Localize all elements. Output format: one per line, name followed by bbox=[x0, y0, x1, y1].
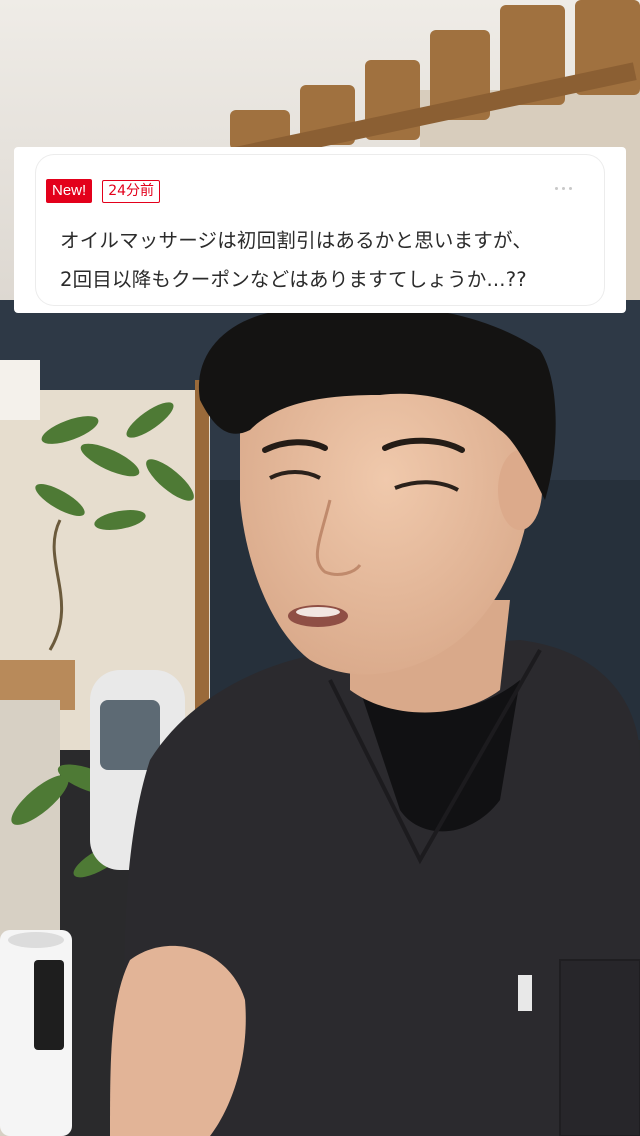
more-dot bbox=[555, 187, 558, 190]
person-arm bbox=[110, 945, 246, 1136]
more-horizontal-icon[interactable] bbox=[555, 187, 572, 190]
more-dot bbox=[569, 187, 572, 190]
time-badge: 24分前 bbox=[102, 179, 161, 203]
comment-badges: New! 24分前 bbox=[46, 178, 161, 204]
new-badge: New! bbox=[46, 179, 93, 203]
more-dot bbox=[562, 187, 565, 190]
comment-text-line-2: 2回目以降もクーポンなどはありますてしょうか...?? bbox=[60, 268, 527, 291]
video-frame: New! 24分前 オイルマッサージは初回割引はあるかと思いますが、 2回目以降… bbox=[0, 0, 640, 1136]
comment-text-line-1: オイルマッサージは初回割引はあるかと思いますが、 bbox=[60, 229, 533, 252]
